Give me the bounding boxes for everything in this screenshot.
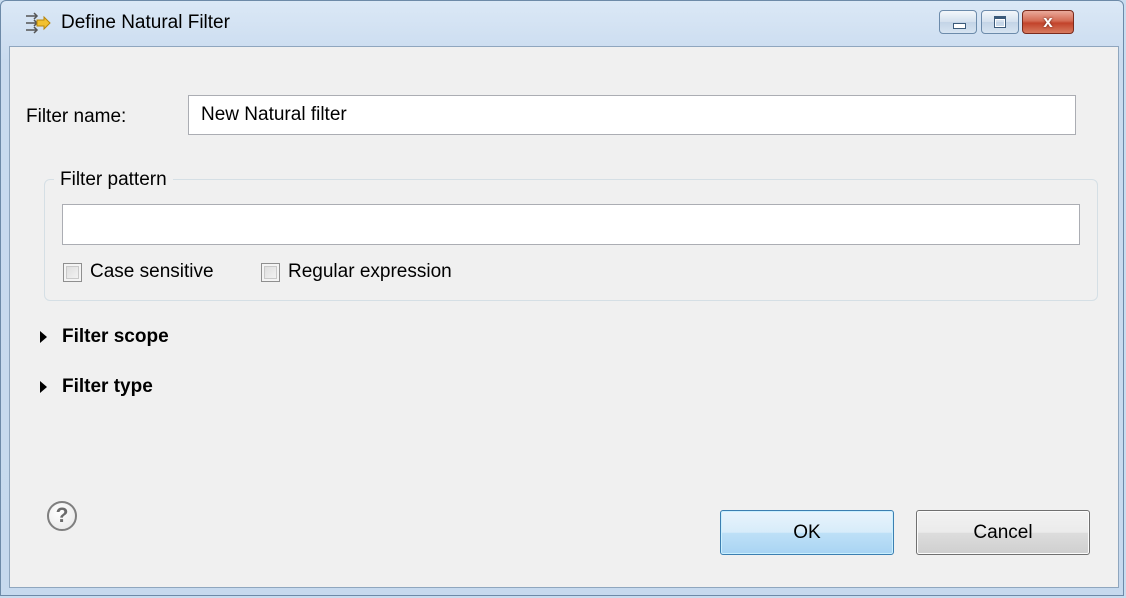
regular-expression-label[interactable]: Regular expression [288,260,452,284]
expand-arrow-icon[interactable] [40,381,47,393]
dialog-window: Define Natural Filter x Filter name: Fil… [0,0,1124,596]
maximize-button[interactable] [981,10,1019,34]
filter-pattern-input[interactable] [62,204,1080,245]
expand-arrow-icon[interactable] [40,331,47,343]
close-button[interactable]: x [1022,10,1074,34]
filter-type-section[interactable]: Filter type [40,375,153,399]
window-title: Define Natural Filter [61,12,230,33]
case-sensitive-option[interactable]: Case sensitive [63,259,214,285]
dialog-content: Filter name: Filter pattern Case sensiti… [9,46,1119,588]
help-icon[interactable]: ? [47,501,77,531]
filter-scope-label[interactable]: Filter scope [62,325,169,349]
case-sensitive-label[interactable]: Case sensitive [90,260,214,284]
filter-scope-section[interactable]: Filter scope [40,325,169,349]
ok-button[interactable]: OK [720,510,894,555]
filter-arrows-icon [23,11,51,35]
title-bar[interactable]: Define Natural Filter x [1,1,1123,45]
regular-expression-checkbox[interactable] [261,262,280,282]
filter-name-input[interactable] [188,95,1076,135]
case-sensitive-checkbox[interactable] [63,262,82,282]
filter-name-label: Filter name: [26,106,127,127]
regular-expression-option[interactable]: Regular expression [261,259,452,285]
minimize-button[interactable] [939,10,977,34]
filter-pattern-legend: Filter pattern [54,169,173,191]
close-icon: x [1043,12,1053,31]
filter-type-label[interactable]: Filter type [62,375,153,399]
cancel-button[interactable]: Cancel [916,510,1090,555]
